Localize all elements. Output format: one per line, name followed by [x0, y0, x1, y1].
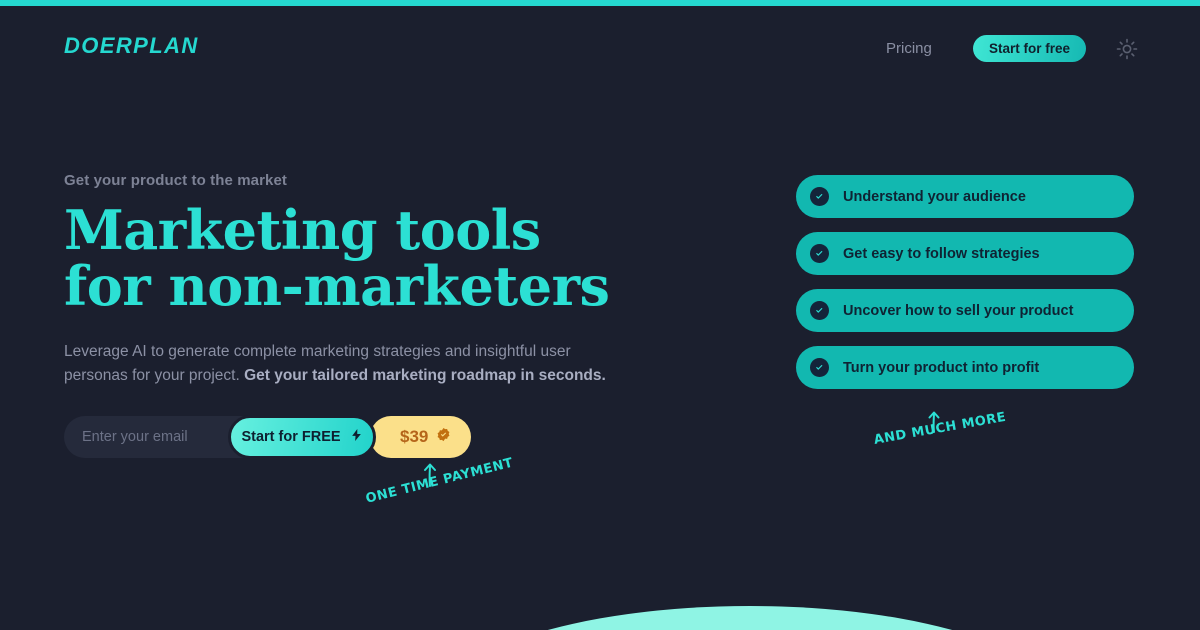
subtitle-bold-text: Get your tailored marketing roadmap in s…: [244, 367, 606, 385]
verified-check-icon: [436, 427, 451, 447]
lightning-bolt-icon: [350, 427, 363, 447]
start-for-free-submit-button[interactable]: Start for FREE: [228, 415, 376, 460]
feature-pill-1[interactable]: Get easy to follow strategies: [796, 232, 1134, 275]
submit-button-label: Start for FREE: [241, 429, 341, 446]
site-header: DOERPLAN Pricing Start for free: [0, 6, 1200, 78]
check-circle-icon: [810, 187, 829, 206]
headline-line-2: for non-marketers: [64, 253, 610, 318]
feature-pill-2[interactable]: Uncover how to sell your product: [796, 289, 1134, 332]
feature-label: Uncover how to sell your product: [843, 302, 1074, 319]
nav-link-pricing[interactable]: Pricing: [886, 40, 932, 57]
decorative-bottom-blob: [432, 606, 1068, 630]
feature-pill-0[interactable]: Understand your audience: [796, 175, 1134, 218]
feature-list: Understand your audience Get easy to fol…: [796, 175, 1134, 403]
check-circle-icon: [810, 301, 829, 320]
feature-label: Get easy to follow strategies: [843, 245, 1040, 262]
page-title: Marketing tools for non-marketers: [64, 202, 684, 314]
brand-logo[interactable]: DOERPLAN: [64, 33, 199, 59]
sun-icon[interactable]: [1115, 37, 1139, 61]
feature-label: Understand your audience: [843, 188, 1026, 205]
price-badge[interactable]: $39: [370, 416, 472, 459]
feature-label: Turn your product into profit: [843, 359, 1040, 376]
nav-start-for-free-button[interactable]: Start for free: [973, 35, 1086, 62]
signup-form: $39 Start for FREE: [64, 415, 472, 460]
check-circle-icon: [810, 358, 829, 377]
top-accent-bar: [0, 0, 1200, 6]
headline-line-1: Marketing tools: [64, 198, 541, 262]
hero-subtitle: Leverage AI to generate complete marketi…: [64, 340, 624, 388]
check-circle-icon: [810, 244, 829, 263]
price-amount: $39: [400, 427, 429, 447]
hero-content: Get your product to the market Marketing…: [64, 172, 684, 460]
feature-pill-3[interactable]: Turn your product into profit: [796, 346, 1134, 389]
hero-eyebrow: Get your product to the market: [64, 172, 288, 189]
